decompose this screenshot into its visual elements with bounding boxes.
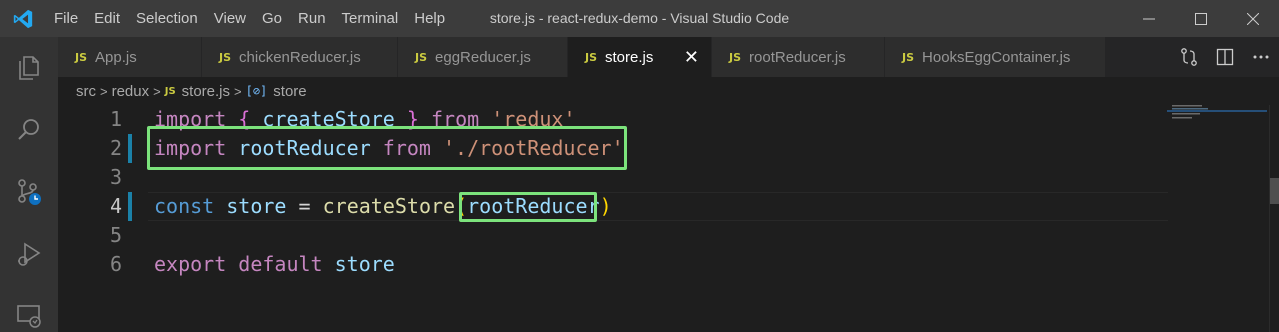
menu-bar: File Edit Selection View Go Run Terminal… bbox=[46, 0, 453, 37]
js-file-icon: JS bbox=[219, 50, 232, 64]
highlight-box-argument bbox=[459, 192, 597, 222]
chevron-right-icon: > bbox=[153, 83, 161, 99]
token-keyword: const bbox=[154, 194, 215, 218]
source-control-icon bbox=[18, 179, 41, 205]
window-controls bbox=[1123, 0, 1279, 37]
scrollbar-thumb[interactable] bbox=[1270, 178, 1279, 204]
line-number: 1 bbox=[109, 107, 122, 131]
highlight-box-import bbox=[147, 126, 627, 170]
tab-chicken-reducer-js[interactable]: JS chickenReducer.js bbox=[202, 37, 398, 77]
code-line: 5 bbox=[58, 221, 1168, 250]
menu-run[interactable]: Run bbox=[290, 0, 334, 37]
breadcrumb: src > redux > JS store.js > [⊘] store bbox=[58, 77, 1279, 105]
line-number: 6 bbox=[109, 252, 122, 276]
tab-label: store.js bbox=[605, 48, 654, 66]
token-keyword: export bbox=[154, 252, 227, 276]
minimize-icon bbox=[1143, 18, 1155, 19]
breadcrumb-src[interactable]: src bbox=[76, 83, 96, 100]
search-icon bbox=[18, 119, 39, 140]
code-line-current: 4 const store = createStore(rootReducer) bbox=[58, 192, 1168, 221]
modified-line-marker bbox=[128, 134, 132, 163]
line-number: 3 bbox=[109, 165, 122, 189]
js-file-icon: JS bbox=[585, 50, 598, 64]
chevron-right-icon: > bbox=[234, 83, 242, 99]
tab-app-js[interactable]: JS App.js bbox=[58, 37, 202, 77]
minimap-preview bbox=[1167, 105, 1267, 119]
breadcrumb-redux[interactable]: redux bbox=[112, 83, 150, 100]
files-icon bbox=[19, 56, 39, 80]
tab-store-js[interactable]: JS store.js ✕ bbox=[568, 37, 712, 77]
line-number: 2 bbox=[109, 136, 122, 160]
search-button[interactable] bbox=[0, 99, 58, 161]
minimize-button[interactable] bbox=[1123, 0, 1175, 37]
close-icon bbox=[1247, 12, 1259, 25]
tab-label: rootReducer.js bbox=[749, 48, 846, 66]
js-file-icon: JS bbox=[902, 50, 915, 64]
split-editor-button[interactable] bbox=[1207, 37, 1243, 77]
menu-file[interactable]: File bbox=[46, 0, 86, 37]
js-file-icon: JS bbox=[75, 50, 88, 64]
tab-egg-reducer-js[interactable]: JS eggReducer.js bbox=[398, 37, 568, 77]
explorer-button[interactable] bbox=[0, 37, 58, 99]
minimap[interactable] bbox=[1167, 105, 1267, 145]
token-identifier: store bbox=[334, 252, 395, 276]
remote-explorer-icon bbox=[17, 305, 41, 328]
menu-help[interactable]: Help bbox=[406, 0, 453, 37]
token-function: createStore bbox=[322, 194, 456, 218]
token-keyword: default bbox=[238, 252, 323, 276]
line-number: 5 bbox=[109, 223, 122, 247]
menu-view[interactable]: View bbox=[206, 0, 254, 37]
vscode-logo-icon[interactable] bbox=[0, 0, 46, 37]
editor-tab-bar: JS App.js JS chickenReducer.js JS eggRed… bbox=[58, 37, 1279, 77]
token-paren: ) bbox=[599, 194, 612, 218]
close-tab-icon[interactable]: ✕ bbox=[684, 37, 699, 77]
maximize-icon bbox=[1195, 12, 1207, 25]
token-identifier: store bbox=[226, 194, 287, 218]
maximize-button[interactable] bbox=[1175, 0, 1227, 37]
menu-selection[interactable]: Selection bbox=[128, 0, 206, 37]
modified-line-marker bbox=[128, 192, 132, 221]
split-editor-icon bbox=[1216, 48, 1234, 66]
run-debug-button[interactable] bbox=[0, 223, 58, 285]
compare-changes-icon bbox=[1181, 48, 1197, 66]
chevron-right-icon: > bbox=[100, 83, 108, 99]
ellipsis-icon bbox=[1253, 55, 1269, 59]
menu-go[interactable]: Go bbox=[254, 0, 290, 37]
tab-hooks-egg-container-js[interactable]: JS HooksEggContainer.js bbox=[885, 37, 1106, 77]
title-bar: File Edit Selection View Go Run Terminal… bbox=[0, 0, 1279, 37]
line-number: 4 bbox=[109, 194, 122, 218]
menu-terminal[interactable]: Terminal bbox=[334, 0, 407, 37]
debug-icon bbox=[18, 242, 41, 266]
breadcrumb-store-symbol[interactable]: store bbox=[273, 83, 306, 100]
js-file-icon: JS bbox=[729, 50, 742, 64]
breadcrumb-store-js[interactable]: store.js bbox=[182, 83, 230, 100]
tab-label: chickenReducer.js bbox=[239, 48, 361, 66]
editor-actions bbox=[1171, 37, 1279, 77]
js-file-icon: JS bbox=[415, 50, 428, 64]
token-operator: = bbox=[298, 194, 311, 218]
open-changes-button[interactable] bbox=[1171, 37, 1207, 77]
activity-bar bbox=[0, 37, 58, 332]
close-window-button[interactable] bbox=[1227, 0, 1279, 37]
vertical-scrollbar[interactable] bbox=[1269, 105, 1279, 332]
menu-edit[interactable]: Edit bbox=[86, 0, 128, 37]
variable-symbol-icon: [⊘] bbox=[245, 84, 268, 98]
js-file-icon: JS bbox=[164, 85, 176, 97]
code-line: 6 export default store bbox=[58, 250, 1168, 279]
tab-label: HooksEggContainer.js bbox=[922, 48, 1071, 66]
code-text: export default store bbox=[154, 250, 395, 279]
source-control-button[interactable] bbox=[0, 161, 58, 223]
remote-explorer-button[interactable] bbox=[0, 285, 58, 332]
more-actions-button[interactable] bbox=[1243, 37, 1279, 77]
tab-label: eggReducer.js bbox=[435, 48, 531, 66]
tab-label: App.js bbox=[95, 48, 137, 66]
tab-root-reducer-js[interactable]: JS rootReducer.js bbox=[712, 37, 885, 77]
